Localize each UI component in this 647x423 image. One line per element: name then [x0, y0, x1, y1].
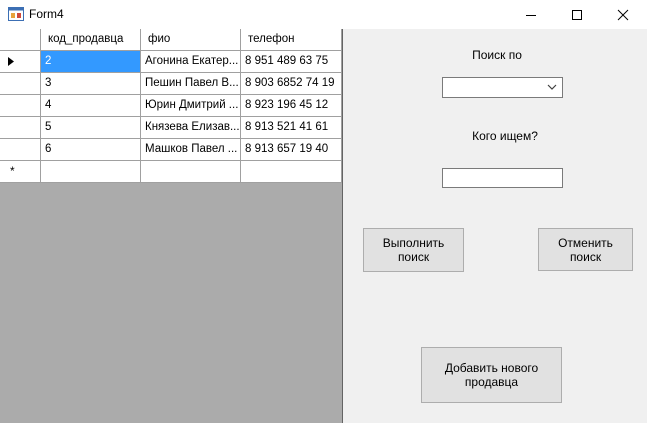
search-text-input[interactable] [442, 168, 563, 188]
cell-fio[interactable]: Юрин Дмитрий ... [141, 95, 241, 117]
add-seller-button[interactable]: Добавить нового продавца [421, 347, 562, 403]
table-row[interactable]: 2 Агонина Екатер... 8 951 489 63 75 [0, 51, 342, 73]
cell-fio[interactable]: Машков Павел ... [141, 139, 241, 161]
table-row[interactable]: 3 Пешин Павел В... 8 903 6852 74 19 [0, 73, 342, 95]
window-title: Form4 [29, 7, 64, 21]
cell-seller-id[interactable]: 6 [41, 139, 141, 161]
minimize-button[interactable] [508, 0, 554, 29]
run-search-button[interactable]: Выполнить поиск [363, 228, 464, 272]
cell-fio[interactable] [141, 161, 241, 183]
cancel-search-button[interactable]: Отменить поиск [538, 228, 633, 271]
row-header[interactable] [0, 73, 41, 95]
winforms-app-icon [8, 7, 24, 21]
cell-fio[interactable]: Пешин Павел В... [141, 73, 241, 95]
current-row-arrow-icon [8, 57, 14, 66]
cell-phone[interactable]: 8 913 521 41 61 [241, 117, 342, 139]
column-header-phone[interactable]: телефон [241, 29, 342, 51]
cell-seller-id[interactable]: 5 [41, 117, 141, 139]
cell-phone[interactable]: 8 951 489 63 75 [241, 51, 342, 73]
table-row[interactable]: 6 Машков Павел ... 8 913 657 19 40 [0, 139, 342, 161]
grid-header-row: код_продавца фио телефон [0, 29, 342, 51]
chevron-down-icon [547, 84, 557, 90]
search-by-combobox[interactable] [442, 77, 563, 98]
column-header-fio[interactable]: фио [141, 29, 241, 51]
title-bar: Form4 [0, 0, 647, 29]
close-button[interactable] [600, 0, 646, 29]
row-header[interactable] [0, 139, 41, 161]
who-search-label: Кого ищем? [472, 129, 538, 143]
row-header[interactable] [0, 117, 41, 139]
row-header[interactable] [0, 95, 41, 117]
cell-phone[interactable]: 8 913 657 19 40 [241, 139, 342, 161]
grid-corner-header[interactable] [0, 29, 41, 51]
row-header[interactable] [0, 51, 41, 73]
new-row[interactable]: * [0, 161, 342, 183]
minimize-icon [526, 15, 536, 16]
column-header-seller-id[interactable]: код_продавца [41, 29, 141, 51]
cell-phone[interactable] [241, 161, 342, 183]
new-row-marker: * [10, 164, 15, 178]
cell-fio[interactable]: Агонина Екатер... [141, 51, 241, 73]
maximize-icon [572, 10, 582, 20]
cell-phone[interactable]: 8 903 6852 74 19 [241, 73, 342, 95]
search-by-label: Поиск по [472, 48, 522, 62]
sellers-data-grid[interactable]: код_продавца фио телефон 2 Агонина Екате… [0, 29, 343, 423]
cell-phone[interactable]: 8 923 196 45 12 [241, 95, 342, 117]
row-header[interactable]: * [0, 161, 41, 183]
cell-seller-id[interactable]: 3 [41, 73, 141, 95]
table-row[interactable]: 4 Юрин Дмитрий ... 8 923 196 45 12 [0, 95, 342, 117]
cell-seller-id[interactable]: 2 [41, 51, 141, 73]
cell-fio[interactable]: Князева Елизав... [141, 117, 241, 139]
maximize-button[interactable] [554, 0, 600, 29]
cell-seller-id[interactable] [41, 161, 141, 183]
table-row[interactable]: 5 Князева Елизав... 8 913 521 41 61 [0, 117, 342, 139]
close-icon [617, 9, 629, 21]
cell-seller-id[interactable]: 4 [41, 95, 141, 117]
